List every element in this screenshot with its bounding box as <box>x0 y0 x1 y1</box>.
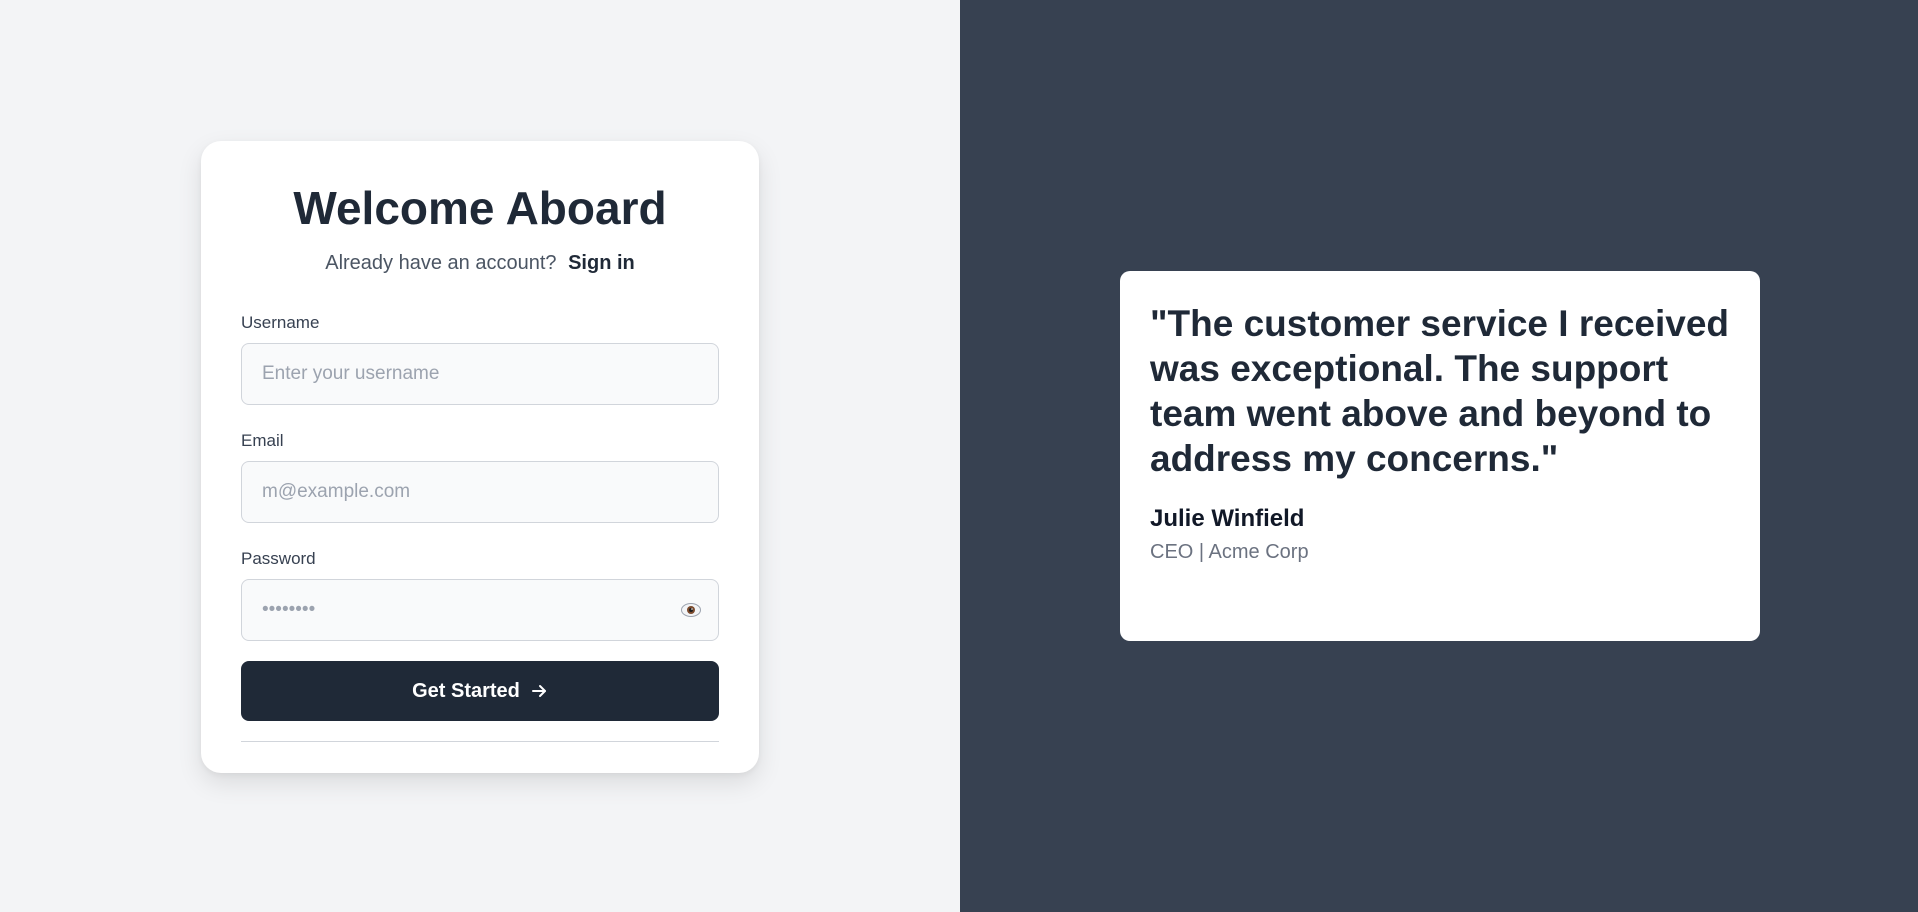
username-field-group: Username <box>241 313 719 406</box>
signin-prompt-text: Already have an account? <box>325 252 557 275</box>
email-field-group: Email <box>241 431 719 524</box>
signin-link[interactable]: Sign in <box>568 252 635 274</box>
password-input-wrap <box>241 579 719 642</box>
divider <box>241 741 719 743</box>
email-input-wrap <box>241 461 719 524</box>
email-label: Email <box>241 431 284 451</box>
password-input[interactable] <box>241 579 719 642</box>
testimonial-card: "The customer service I received was exc… <box>1120 271 1760 641</box>
password-label: Password <box>241 549 316 569</box>
username-input-wrap <box>241 343 719 406</box>
testimonial-author: Julie Winfield <box>1150 505 1305 532</box>
get-started-button[interactable]: Get Started <box>241 661 719 722</box>
page-title: Welcome Aboard <box>293 182 667 234</box>
username-label: Username <box>241 313 320 333</box>
testimonial-role: CEO | Acme Corp <box>1150 541 1309 563</box>
testimonial-panel: "The customer service I received was exc… <box>960 0 1918 912</box>
get-started-label: Get Started <box>412 679 520 702</box>
password-field-group: Password <box>241 549 719 642</box>
signup-panel: Welcome Aboard Already have an account? … <box>0 0 960 912</box>
eye-icon[interactable] <box>681 603 701 618</box>
signup-card: Welcome Aboard Already have an account? … <box>201 141 759 773</box>
username-input[interactable] <box>241 343 719 406</box>
signin-prompt: Already have an account? Sign in <box>241 252 719 275</box>
page: Welcome Aboard Already have an account? … <box>0 0 1918 912</box>
email-input[interactable] <box>241 461 719 524</box>
arrow-right-icon <box>531 685 546 698</box>
testimonial-quote: "The customer service I received was exc… <box>1150 303 1730 479</box>
